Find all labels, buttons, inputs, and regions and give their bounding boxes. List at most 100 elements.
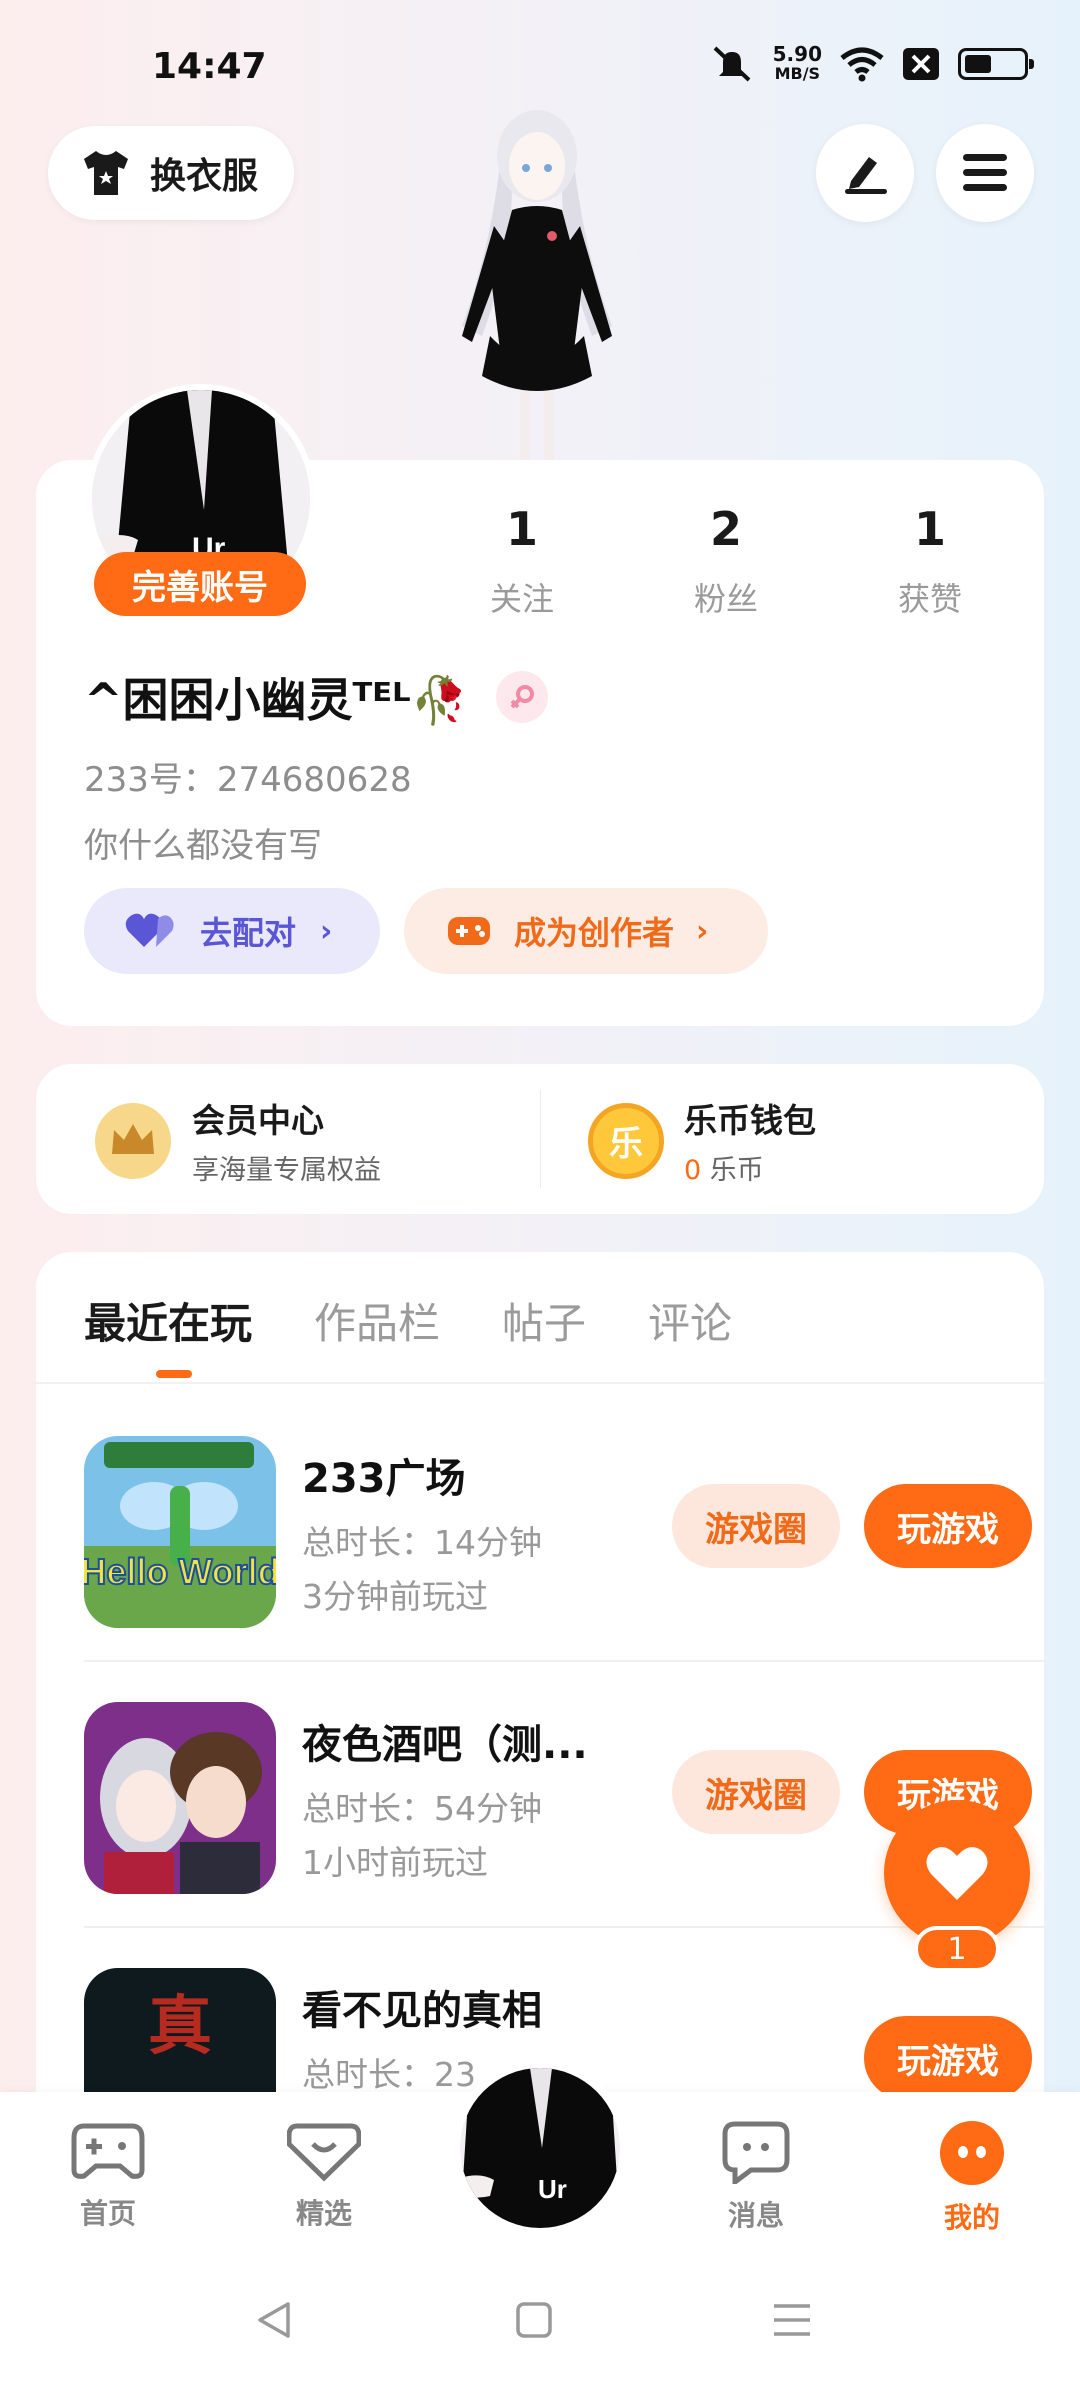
change-outfit-label: 换衣服 bbox=[150, 156, 259, 197]
coin-wallet[interactable]: 乐 乐币钱包 0 乐币 bbox=[588, 1094, 816, 1187]
center-avatar-image: Ur bbox=[460, 2068, 620, 2228]
tab-comments[interactable]: 评论 bbox=[648, 1290, 732, 1351]
ghost-nav-icon bbox=[940, 2121, 1004, 2185]
user-bio: 你什么都没有写 bbox=[84, 826, 322, 866]
speed-value: 5.90 bbox=[772, 42, 822, 66]
likes-count: 1 bbox=[913, 502, 946, 556]
content-card: 最近在玩 作品栏 帖子 评论 Hello World 233广场 总时长：14分… bbox=[36, 1252, 1044, 2152]
following-label: 关注 bbox=[489, 580, 554, 618]
nav-home-label: 首页 bbox=[79, 2197, 136, 2230]
game-circle-button[interactable]: 游戏圈 bbox=[672, 1750, 840, 1834]
pen-icon bbox=[845, 157, 887, 194]
following-count: 1 bbox=[505, 502, 538, 556]
tab-works[interactable]: 作品栏 bbox=[314, 1290, 440, 1351]
change-outfit-button[interactable]: 换衣服 bbox=[48, 126, 294, 220]
nav-featured[interactable]: 精选 bbox=[254, 2120, 394, 2232]
game-circle-button[interactable]: 游戏圈 bbox=[672, 1484, 840, 1568]
game-thumbnail: Hello World bbox=[84, 1436, 276, 1628]
game-duration: 总时长：23 bbox=[302, 2055, 476, 2094]
chat-nav-icon bbox=[722, 2121, 790, 2187]
game-title: 看不见的真相 bbox=[302, 1988, 542, 2034]
stat-following[interactable]: 1 关注 bbox=[442, 502, 602, 620]
thumb-text: 真 bbox=[148, 1989, 212, 2064]
followers-count: 2 bbox=[709, 502, 742, 556]
game-thumbnail bbox=[84, 1702, 276, 1894]
status-time: 14:47 bbox=[152, 46, 267, 87]
match-label: 去配对 bbox=[200, 914, 297, 952]
wallet-balance: 0 bbox=[684, 1155, 702, 1186]
gamepad-icon bbox=[448, 917, 490, 945]
tab-recently-played[interactable]: 最近在玩 bbox=[84, 1290, 252, 1351]
status-icons: 5.90 MB/S bbox=[709, 44, 1034, 84]
tab-posts[interactable]: 帖子 bbox=[502, 1290, 586, 1351]
system-nav-bar bbox=[0, 2262, 1080, 2400]
menu-button[interactable] bbox=[936, 124, 1034, 222]
female-icon bbox=[495, 671, 548, 723]
chevron-right-icon: › bbox=[320, 913, 333, 949]
nav-mine[interactable]: 我的 bbox=[902, 2120, 1042, 2236]
nav-home[interactable]: 首页 bbox=[38, 2120, 178, 2232]
wallet-unit: 乐币 bbox=[709, 1155, 764, 1186]
gamepad-nav-icon bbox=[71, 2123, 145, 2179]
become-creator-label: 成为创作者 bbox=[514, 914, 675, 952]
row-divider bbox=[84, 1926, 1044, 1928]
nav-featured-label: 精选 bbox=[295, 2197, 352, 2230]
battery-icon bbox=[958, 48, 1034, 80]
speed-unit: MB/S bbox=[774, 64, 821, 83]
tabs-divider bbox=[36, 1382, 1044, 1384]
heart-pair-icon bbox=[125, 913, 174, 947]
home-icon[interactable] bbox=[512, 2298, 556, 2342]
recents-icon[interactable] bbox=[770, 2298, 814, 2342]
game-row[interactable]: Hello World 233广场 总时长：14分钟 3分钟前玩过 游戏圈 玩游… bbox=[84, 1436, 1032, 1628]
avatar-figure[interactable] bbox=[432, 106, 642, 466]
thumb-text: Hello World bbox=[84, 1551, 276, 1592]
member-divider bbox=[540, 1090, 541, 1188]
game-row[interactable]: 夜色酒吧（测... 总时长：54分钟 1小时前玩过 游戏圈 玩游戏 bbox=[84, 1702, 1032, 1894]
chevron-right-icon: › bbox=[696, 913, 709, 949]
become-creator-button[interactable]: 成为创作者 › bbox=[404, 888, 768, 974]
wallet-balance-row: 0 乐币 bbox=[684, 1148, 816, 1187]
user-id: 233号：274680628 bbox=[84, 760, 412, 800]
like-count-badge: 1 bbox=[914, 1926, 1000, 1972]
game-title: 夜色酒吧（测... bbox=[302, 1722, 588, 1768]
nav-messages-label: 消息 bbox=[727, 2199, 784, 2232]
username-row: ^困困小幽灵ᵀᴱᴸ🥀 bbox=[84, 664, 548, 730]
likes-label: 获赞 bbox=[897, 580, 962, 618]
profile-tabs: 最近在玩 作品栏 帖子 评论 bbox=[84, 1290, 732, 1351]
vip-title: 会员中心 bbox=[192, 1101, 324, 1140]
game-last-played: 3分钟前玩过 bbox=[302, 1577, 488, 1616]
vip-center[interactable]: 会员中心 享海量专属权益 bbox=[94, 1094, 381, 1187]
wifi-icon bbox=[840, 47, 884, 82]
play-game-button[interactable]: 玩游戏 bbox=[864, 2016, 1032, 2100]
coin-icon: 乐 bbox=[588, 1102, 664, 1179]
edit-profile-button[interactable] bbox=[816, 124, 914, 222]
coin-glyph: 乐 bbox=[609, 1124, 643, 1164]
shirt-icon bbox=[84, 151, 128, 195]
username: ^困困小幽灵ᵀᴱᴸ🥀 bbox=[84, 673, 468, 727]
mute-icon bbox=[713, 46, 751, 82]
center-avatar-button[interactable]: Ur bbox=[452, 2060, 628, 2236]
game-duration: 总时长：54分钟 bbox=[302, 1789, 542, 1828]
match-button[interactable]: 去配对 › bbox=[84, 888, 380, 974]
tab-indicator bbox=[156, 1370, 192, 1378]
game-duration: 总时长：14分钟 bbox=[302, 1523, 542, 1562]
vip-subtitle: 享海量专属权益 bbox=[192, 1155, 381, 1186]
like-fab-button[interactable] bbox=[884, 1800, 1030, 1946]
complete-account-button[interactable]: 完善账号 bbox=[94, 552, 306, 616]
stat-followers[interactable]: 2 粉丝 bbox=[646, 502, 806, 620]
heart-nav-icon bbox=[286, 2123, 362, 2182]
followers-label: 粉丝 bbox=[693, 580, 758, 618]
game-last-played: 1小时前玩过 bbox=[302, 1843, 488, 1882]
play-game-button[interactable]: 玩游戏 bbox=[864, 1484, 1032, 1568]
back-icon[interactable] bbox=[252, 2298, 296, 2342]
member-card: 会员中心 享海量专属权益 乐 乐币钱包 0 乐币 bbox=[36, 1064, 1044, 1214]
row-divider bbox=[84, 1660, 1044, 1662]
menu-icon bbox=[963, 154, 1007, 191]
crown-icon bbox=[95, 1102, 171, 1179]
svg-text:Ur: Ur bbox=[538, 2174, 567, 2204]
sim-blocked-icon bbox=[903, 48, 939, 80]
network-speed: 5.90 MB/S bbox=[773, 44, 822, 84]
stat-likes[interactable]: 1 获赞 bbox=[850, 502, 1010, 620]
heart-icon bbox=[926, 1847, 988, 1900]
nav-messages[interactable]: 消息 bbox=[686, 2120, 826, 2234]
